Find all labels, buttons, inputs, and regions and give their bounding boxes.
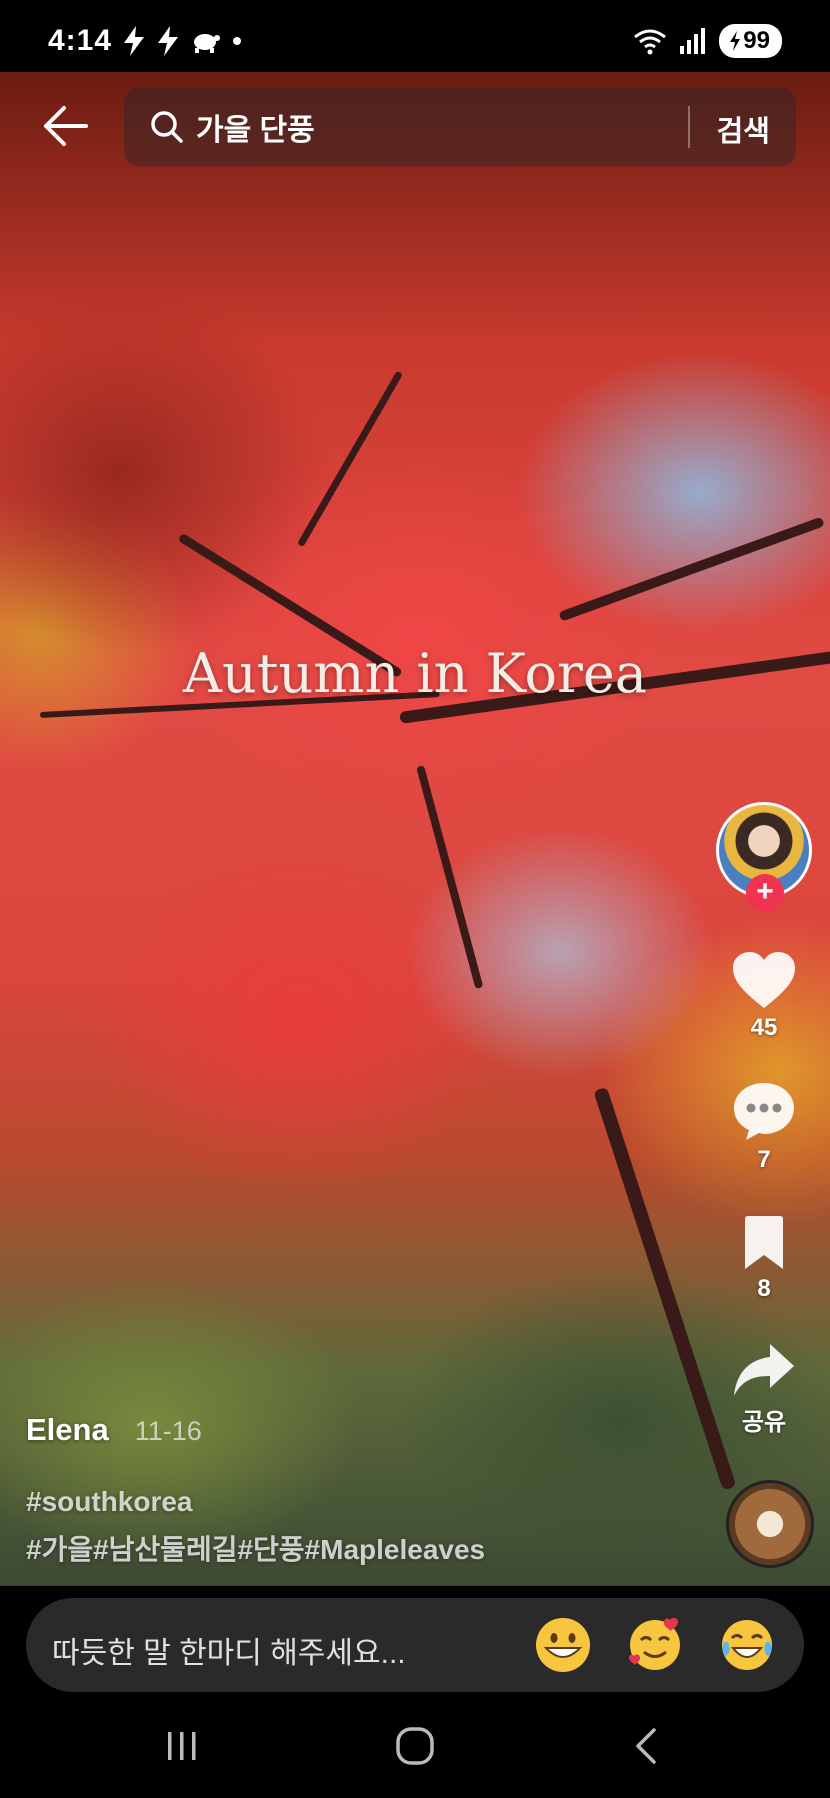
hashtag-line[interactable]: #가을#남산둘레길#단풍#Mapleleaves bbox=[26, 1526, 706, 1574]
follow-button[interactable]: + bbox=[746, 874, 784, 912]
author-name[interactable]: Elena bbox=[26, 1412, 109, 1448]
hashtag-line[interactable]: #southkorea bbox=[26, 1478, 706, 1526]
smiling-face-with-hearts-emoji-icon[interactable] bbox=[626, 1616, 684, 1674]
heart-icon bbox=[733, 952, 795, 1008]
back-arrow-icon[interactable] bbox=[40, 104, 90, 148]
search-divider bbox=[688, 106, 690, 148]
bookmark-button[interactable]: 8 bbox=[716, 1215, 812, 1303]
status-bar: 4:14 99 bbox=[0, 0, 830, 72]
like-count: 45 bbox=[750, 1014, 778, 1041]
status-time: 4:14 bbox=[48, 24, 113, 57]
comment-button[interactable]: 7 bbox=[716, 1080, 812, 1174]
creator-avatar-group[interactable]: + bbox=[716, 802, 812, 912]
charging-icon bbox=[730, 31, 741, 51]
dot-icon bbox=[233, 37, 241, 45]
share-button[interactable]: 공유 bbox=[716, 1342, 812, 1437]
wifi-icon bbox=[634, 29, 667, 55]
video-player[interactable]: Autumn in Korea bbox=[0, 72, 830, 1586]
tears-of-joy-emoji-icon[interactable] bbox=[718, 1616, 776, 1674]
turtle-icon bbox=[194, 34, 220, 53]
recent-apps-icon[interactable] bbox=[152, 1722, 212, 1770]
tree-branch bbox=[558, 516, 825, 622]
tree-branch bbox=[416, 764, 484, 990]
grinning-face-emoji-icon[interactable] bbox=[534, 1616, 592, 1674]
search-bar[interactable]: 가을 단풍 검색 bbox=[124, 88, 796, 166]
comment-input-placeholder[interactable]: 따듯한 말 한마디 해주세요... bbox=[52, 1628, 406, 1672]
tree-branch bbox=[296, 370, 404, 548]
comment-bubble-icon bbox=[734, 1083, 794, 1140]
bookmark-icon bbox=[745, 1216, 783, 1269]
share-arrow-icon bbox=[734, 1344, 794, 1396]
music-disc[interactable] bbox=[726, 1480, 814, 1568]
caption-header: Elena 11-16 bbox=[26, 1412, 202, 1448]
search-submit-button[interactable]: 검색 bbox=[717, 108, 770, 150]
tree-trunk bbox=[593, 1086, 737, 1491]
signal-icon bbox=[680, 28, 706, 54]
video-overlay-title: Autumn in Korea bbox=[183, 642, 647, 705]
post-date: 11-16 bbox=[134, 1416, 202, 1446]
back-icon[interactable] bbox=[618, 1722, 678, 1770]
home-icon[interactable] bbox=[385, 1722, 445, 1770]
bookmark-count: 8 bbox=[757, 1275, 771, 1302]
status-icons-left bbox=[122, 26, 244, 56]
share-label: 공유 bbox=[741, 1409, 787, 1436]
comment-count: 7 bbox=[757, 1146, 771, 1173]
like-button[interactable]: 45 bbox=[716, 950, 812, 1042]
search-query[interactable]: 가을 단풍 bbox=[196, 105, 315, 149]
system-navigation-bar bbox=[0, 1692, 830, 1798]
status-icons-right: 99 bbox=[633, 24, 782, 58]
flash-icon bbox=[158, 26, 178, 56]
comment-input-bar[interactable]: 따듯한 말 한마디 해주세요... bbox=[26, 1598, 804, 1692]
search-icon bbox=[151, 111, 183, 143]
flash-icon bbox=[124, 26, 144, 56]
battery-level: 99 bbox=[743, 27, 770, 54]
battery-indicator: 99 bbox=[719, 24, 782, 58]
hashtags: #southkorea #가을#남산둘레길#단풍#Mapleleaves bbox=[26, 1478, 706, 1574]
